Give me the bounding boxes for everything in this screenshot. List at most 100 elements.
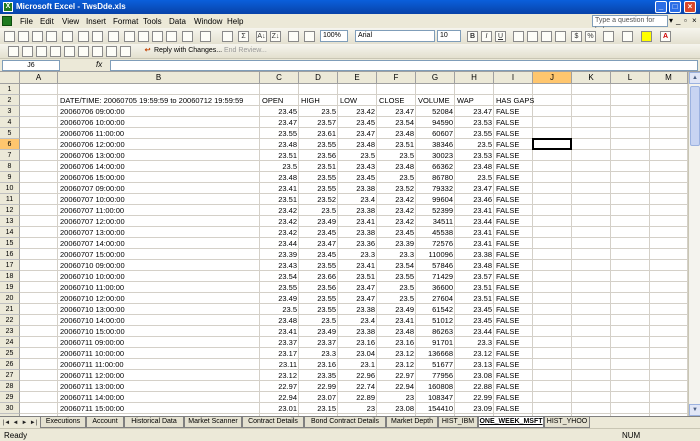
- vertical-scrollbar[interactable]: ▲ ▼: [688, 72, 700, 416]
- merge-center-icon[interactable]: [555, 31, 566, 42]
- data-cell[interactable]: 23.56: [299, 282, 338, 293]
- drawing-icon[interactable]: [304, 31, 315, 42]
- spelling-icon[interactable]: [108, 31, 119, 42]
- data-cell[interactable]: FALSE: [494, 172, 533, 183]
- cut-icon[interactable]: [124, 31, 135, 42]
- tab-historical-data[interactable]: Historical Data: [124, 417, 184, 428]
- data-cell[interactable]: 23.38: [338, 326, 377, 337]
- data-cell[interactable]: 23.49: [377, 304, 416, 315]
- paste-icon[interactable]: [152, 31, 163, 42]
- data-cell[interactable]: 23.12: [377, 359, 416, 370]
- data-cell[interactable]: 23.5: [299, 315, 338, 326]
- header-cell[interactable]: DATE/TIME: 20060705 19:59:59 to 20060712…: [58, 95, 260, 106]
- track-changes-icon[interactable]: [106, 46, 117, 57]
- column-header-f[interactable]: F: [377, 72, 416, 84]
- column-header-g[interactable]: G: [416, 72, 455, 84]
- data-cell[interactable]: 23.3: [377, 249, 416, 260]
- data-cell[interactable]: 23.38: [338, 205, 377, 216]
- data-cell[interactable]: 22.89: [338, 392, 377, 403]
- data-cell[interactable]: 23.48: [377, 128, 416, 139]
- data-cell[interactable]: 23.45: [455, 304, 494, 315]
- data-cell[interactable]: 23.45: [377, 227, 416, 238]
- data-cell[interactable]: FALSE: [494, 139, 533, 150]
- copy-icon[interactable]: [138, 31, 149, 42]
- data-cell[interactable]: 22.96: [338, 370, 377, 381]
- data-cell[interactable]: FALSE: [494, 117, 533, 128]
- data-cell[interactable]: 23.38: [338, 304, 377, 315]
- next-comment-icon[interactable]: [64, 46, 75, 57]
- data-cell[interactable]: 23.5: [299, 106, 338, 117]
- data-cell[interactable]: 99604: [416, 194, 455, 205]
- undo-icon[interactable]: [182, 31, 193, 42]
- data-cell[interactable]: FALSE: [494, 271, 533, 282]
- data-cell[interactable]: 23.39: [377, 238, 416, 249]
- data-cell[interactable]: 36600: [416, 282, 455, 293]
- format-painter-icon[interactable]: [166, 31, 177, 42]
- row-header-11[interactable]: 11: [0, 194, 20, 205]
- hyperlink-icon[interactable]: [222, 31, 233, 42]
- delete-comment-icon[interactable]: [92, 46, 103, 57]
- data-cell[interactable]: 23.55: [455, 128, 494, 139]
- data-cell[interactable]: 23.54: [377, 260, 416, 271]
- row-header-28[interactable]: 28: [0, 381, 20, 392]
- column-header-e[interactable]: E: [338, 72, 377, 84]
- data-cell[interactable]: 23.57: [455, 271, 494, 282]
- help-dropdown-icon[interactable]: ▾: [669, 16, 673, 25]
- data-cell[interactable]: 23.5: [455, 172, 494, 183]
- fx-icon[interactable]: fx: [96, 60, 102, 69]
- redo-icon[interactable]: [200, 31, 211, 42]
- data-cell[interactable]: 23.12: [377, 348, 416, 359]
- row-header-30[interactable]: 30: [0, 403, 20, 414]
- data-cell[interactable]: 23.41: [455, 205, 494, 216]
- open-icon[interactable]: [18, 31, 29, 42]
- bold-button[interactable]: B: [467, 31, 478, 42]
- doc-minimize-button[interactable]: _: [676, 16, 680, 25]
- data-cell[interactable]: 23.55: [260, 128, 299, 139]
- data-cell[interactable]: 23.39: [260, 249, 299, 260]
- percent-icon[interactable]: %: [585, 31, 596, 42]
- datetime-cell[interactable]: 20060706 14:00:00: [58, 161, 260, 172]
- doc-restore-button[interactable]: ▫: [684, 16, 687, 25]
- data-cell[interactable]: 23.55: [260, 282, 299, 293]
- data-cell[interactable]: 51677: [416, 359, 455, 370]
- data-cell[interactable]: 27604: [416, 293, 455, 304]
- tab-last-button[interactable]: ►|: [29, 418, 38, 428]
- data-cell[interactable]: 23.61: [299, 128, 338, 139]
- column-header-j[interactable]: J: [533, 72, 572, 84]
- data-cell[interactable]: 23.38: [338, 183, 377, 194]
- data-cell[interactable]: 23.48: [455, 260, 494, 271]
- fill-color-icon[interactable]: [641, 31, 652, 42]
- column-header-l[interactable]: L: [611, 72, 650, 84]
- data-cell[interactable]: 22.97: [377, 370, 416, 381]
- sort-descending-icon[interactable]: Z↓: [270, 31, 281, 42]
- row-header-23[interactable]: 23: [0, 326, 20, 337]
- permission-icon[interactable]: [46, 31, 57, 42]
- data-cell[interactable]: 23.46: [455, 194, 494, 205]
- data-cell[interactable]: 23.47: [260, 117, 299, 128]
- row-header-1[interactable]: 1: [0, 84, 20, 95]
- data-cell[interactable]: 23.51: [299, 161, 338, 172]
- datetime-cell[interactable]: 20060711 14:00:00: [58, 392, 260, 403]
- row-header-13[interactable]: 13: [0, 216, 20, 227]
- datetime-cell[interactable]: 20060711 10:00:00: [58, 348, 260, 359]
- data-cell[interactable]: 23.45: [338, 117, 377, 128]
- data-cell[interactable]: 154410: [416, 403, 455, 414]
- data-cell[interactable]: FALSE: [494, 293, 533, 304]
- data-cell[interactable]: FALSE: [494, 194, 533, 205]
- email-icon[interactable]: [62, 31, 73, 42]
- select-all-corner[interactable]: [0, 72, 20, 84]
- data-cell[interactable]: FALSE: [494, 370, 533, 381]
- data-cell[interactable]: 23: [377, 392, 416, 403]
- data-cell[interactable]: 23.3: [338, 249, 377, 260]
- sort-ascending-icon[interactable]: A↓: [256, 31, 267, 42]
- tab-next-button[interactable]: ►: [20, 418, 29, 428]
- data-cell[interactable]: 22.94: [377, 381, 416, 392]
- font-name-select[interactable]: Arial: [355, 30, 435, 42]
- data-cell[interactable]: 23.41: [377, 315, 416, 326]
- data-cell[interactable]: 23.55: [299, 304, 338, 315]
- data-cell[interactable]: FALSE: [494, 216, 533, 227]
- data-cell[interactable]: FALSE: [494, 403, 533, 414]
- data-cell[interactable]: 23.55: [377, 271, 416, 282]
- row-header-3[interactable]: 3: [0, 106, 20, 117]
- data-cell[interactable]: 23.48: [260, 139, 299, 150]
